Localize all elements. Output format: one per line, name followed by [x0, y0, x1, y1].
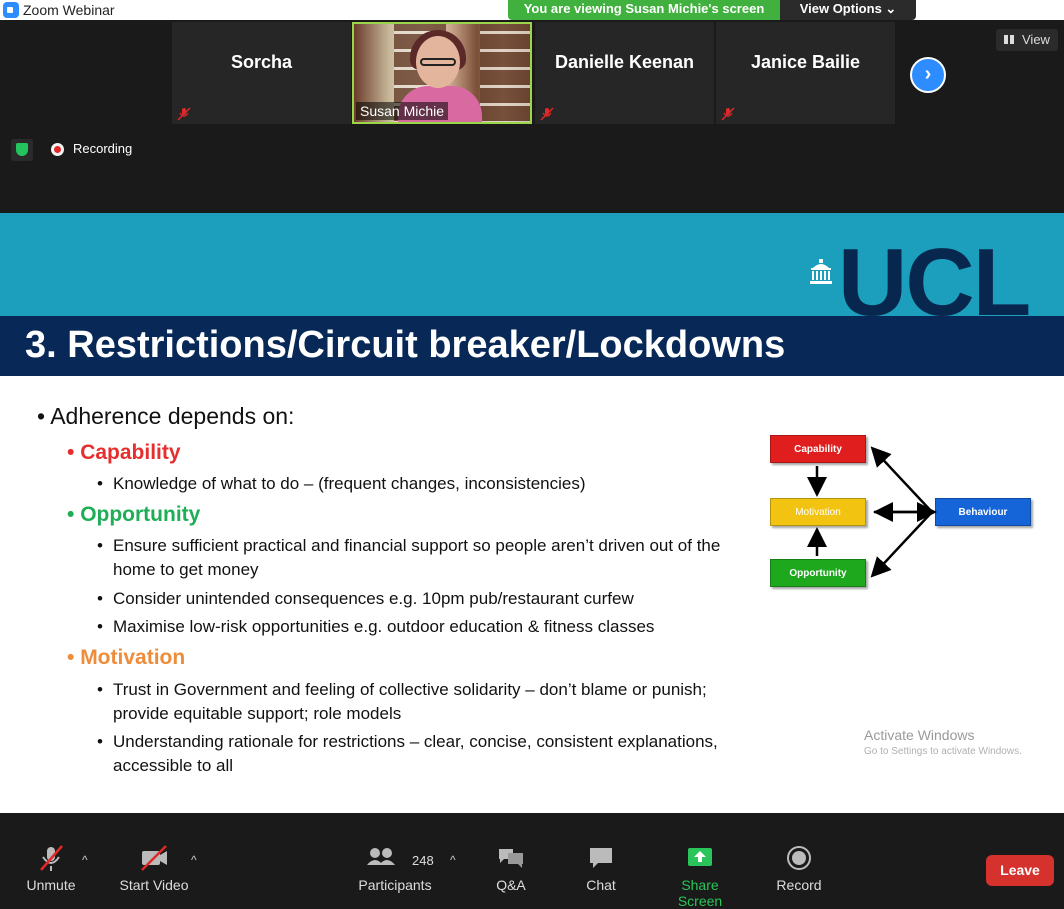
participant-name: Sorcha — [230, 52, 293, 72]
slide-title: 3. Restrictions/Circuit breaker/Lockdown… — [25, 324, 786, 366]
ucl-portico-icon — [810, 259, 832, 284]
next-page-button[interactable]: › — [910, 57, 946, 93]
security-shield-icon[interactable] — [11, 139, 33, 161]
start-video-button[interactable]: Start Video — [117, 843, 191, 893]
view-label: View — [1022, 32, 1050, 47]
participant-video-susan-michie[interactable]: Susan Michie — [352, 22, 532, 124]
participants-options-caret[interactable]: ^ — [450, 853, 456, 867]
meeting-toolbar: Unmute ^ Start Video ^ Participants 248 … — [0, 813, 1064, 909]
participants-button[interactable]: Participants — [356, 843, 434, 893]
chat-icon — [581, 843, 621, 873]
opportunity-label: Opportunity — [80, 503, 201, 526]
window-title: Zoom Webinar — [23, 2, 115, 18]
qa-button[interactable]: Q&A — [491, 843, 531, 893]
capability-label: Capability — [80, 441, 181, 464]
recording-status: Recording — [73, 141, 133, 156]
heading-motivation: • Motivation — [67, 646, 186, 669]
heading-opportunity: • Opportunity — [67, 503, 201, 526]
video-options-caret[interactable]: ^ — [191, 853, 197, 867]
list-item: • Maximise low-risk opportunities e.g. ou… — [97, 617, 655, 636]
muted-mic-icon — [721, 107, 735, 121]
leave-button[interactable]: Leave — [986, 855, 1054, 886]
video-off-icon — [117, 843, 191, 873]
view-button[interactable]: View — [996, 29, 1058, 51]
participant-tile-danielle-keenan[interactable]: Danielle Keenan — [535, 22, 714, 124]
recording-icon — [51, 143, 64, 156]
bullet-intro: • Adherence depends on: — [37, 403, 295, 429]
participant-strip — [0, 20, 1064, 213]
participant-tile-janice-bailie[interactable]: Janice Bailie — [716, 22, 895, 124]
participant-name: Janice Bailie — [750, 52, 861, 72]
diagram-arrows — [807, 446, 937, 578]
record-button[interactable]: Record — [775, 843, 823, 893]
activate-windows-subtitle: Go to Settings to activate Windows. — [864, 746, 1022, 757]
list-item: • Trust in Government and feeling of coll… — [97, 680, 707, 723]
participants-count: 248 — [412, 853, 434, 868]
list-item: • Ensure sufficient practical and financi… — [97, 536, 721, 579]
motivation-label: Motivation — [80, 646, 186, 669]
viewing-screen-banner: You are viewing Susan Michie's screen — [508, 0, 780, 20]
grid-view-icon — [1004, 35, 1014, 44]
muted-mic-icon — [177, 107, 191, 121]
heading-capability: • Capability — [67, 441, 181, 464]
share-screen-button[interactable]: Share Screen — [659, 843, 741, 909]
qa-icon — [491, 843, 531, 873]
view-options-button[interactable]: View Options ⌄ — [780, 0, 916, 20]
muted-mic-icon — [24, 843, 78, 873]
participant-name: Susan Michie — [356, 102, 449, 120]
muted-mic-icon — [540, 107, 554, 121]
participant-tile-sorcha[interactable]: Sorcha — [172, 22, 351, 124]
list-item: • Understanding rationale for restriction… — [97, 732, 718, 775]
intro-text: Adherence depends on: — [50, 403, 295, 429]
participant-name: Danielle Keenan — [554, 52, 695, 72]
chat-button[interactable]: Chat — [581, 843, 621, 893]
list-item: • Consider unintended consequences e.g. 1… — [97, 589, 634, 608]
shared-slide: UCL 3. Restrictions/Circuit breaker/Lock… — [0, 213, 1064, 813]
unmute-button[interactable]: Unmute — [24, 843, 78, 893]
list-item: • Knowledge of what to do – (frequent cha… — [97, 474, 586, 493]
record-icon — [775, 843, 823, 873]
activate-windows-watermark: Activate Windows — [864, 727, 975, 743]
zoom-app-icon — [3, 2, 19, 18]
audio-options-caret[interactable]: ^ — [82, 853, 88, 867]
share-screen-icon — [659, 843, 741, 873]
